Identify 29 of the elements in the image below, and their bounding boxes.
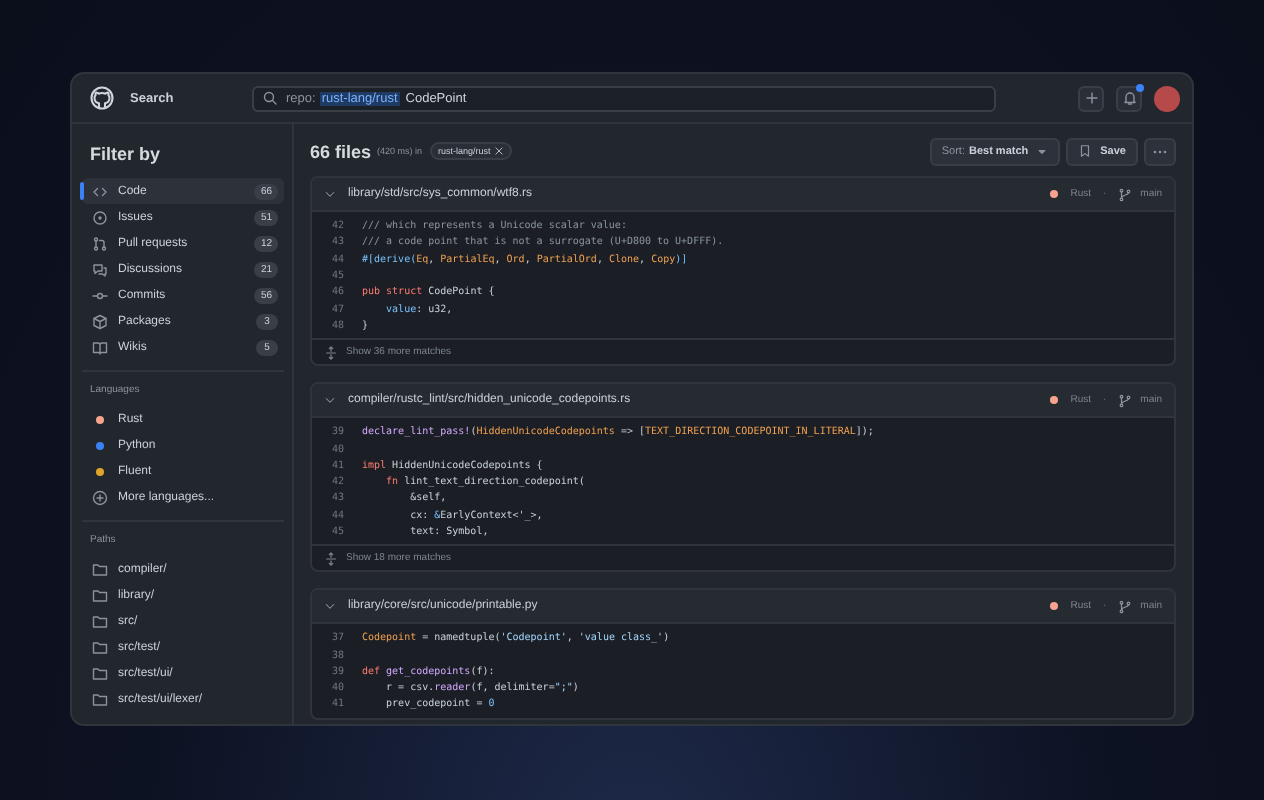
commit-icon xyxy=(92,287,108,303)
chevron-icon[interactable] xyxy=(324,188,336,200)
avatar[interactable] xyxy=(1154,85,1180,111)
selection-indicator xyxy=(80,182,84,200)
logo-icon xyxy=(90,86,114,110)
caret-icon xyxy=(1036,145,1049,157)
bookmark-icon xyxy=(1078,144,1093,158)
add-button[interactable] xyxy=(1078,85,1104,111)
plus-circle-icon xyxy=(92,489,108,505)
package-icon xyxy=(92,313,108,329)
plus-icon xyxy=(1083,90,1099,106)
search-icon xyxy=(262,90,278,106)
bell-icon xyxy=(1121,90,1137,106)
branch-icon xyxy=(1118,599,1133,614)
branch-icon xyxy=(1118,393,1133,408)
result-count: 66 files xyxy=(310,141,372,161)
discussion-icon xyxy=(92,261,108,277)
issue-icon xyxy=(92,209,108,225)
unfold-icon xyxy=(324,345,338,360)
sidebar-title: Filter by xyxy=(90,144,163,164)
chevron-icon[interactable] xyxy=(324,394,336,407)
notifications-button[interactable] xyxy=(1116,85,1142,111)
book-icon xyxy=(92,339,108,355)
code-icon xyxy=(92,183,108,199)
close-icon xyxy=(494,146,505,156)
chevron-icon[interactable] xyxy=(324,600,336,613)
branch-icon xyxy=(1118,187,1133,201)
pull-request-icon xyxy=(92,235,108,251)
unfold-icon xyxy=(324,551,338,566)
